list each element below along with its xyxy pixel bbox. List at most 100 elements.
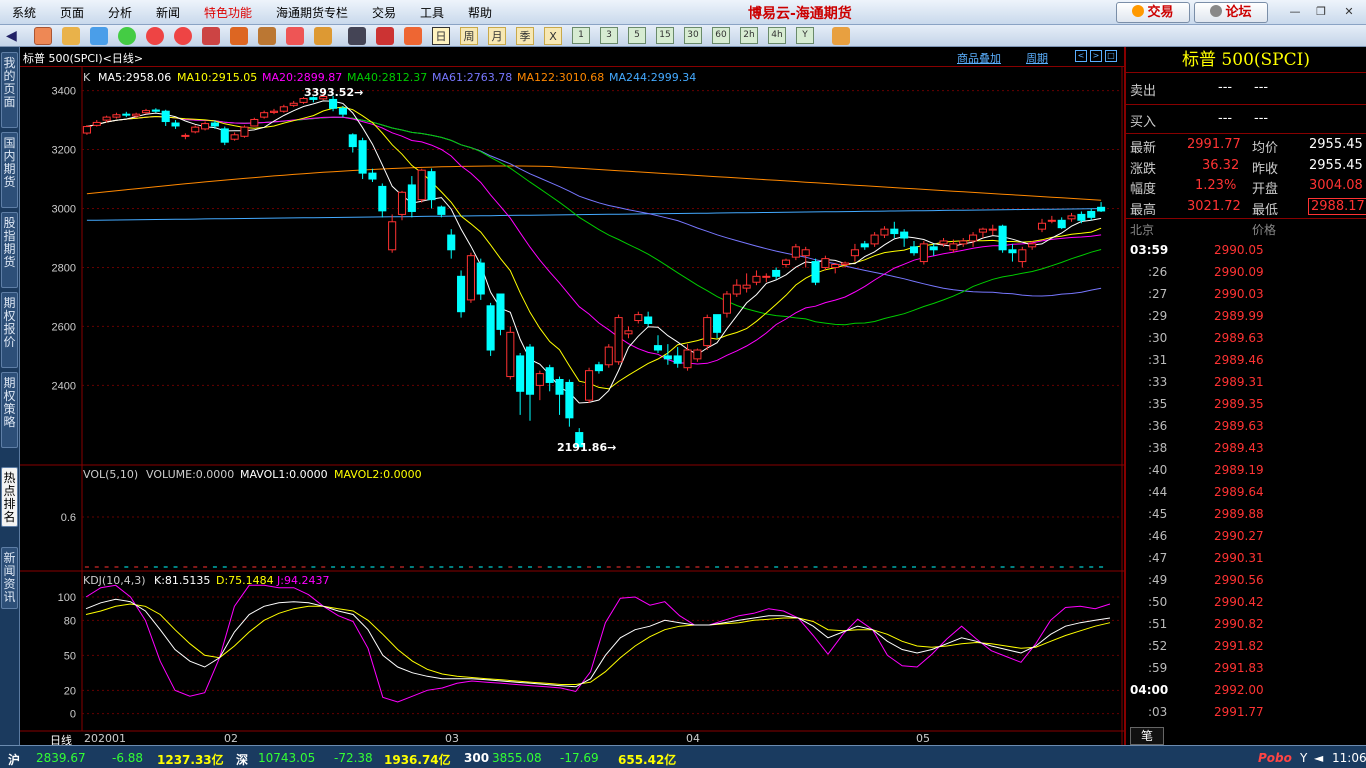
legend-kdj-k: K:81.5135	[154, 574, 211, 587]
sz-label: 深	[236, 753, 249, 767]
tick-price: 2989.64	[1214, 485, 1264, 499]
menu-tools[interactable]: 工具	[420, 4, 444, 21]
candle-body	[457, 275, 466, 313]
period-15min[interactable]: 15	[656, 27, 674, 44]
next-icon[interactable]: >	[1090, 50, 1102, 62]
tick-time: 04:00	[1130, 683, 1169, 697]
pen-icon[interactable]	[230, 27, 248, 45]
menu-help[interactable]: 帮助	[468, 4, 492, 21]
tick-price: 2989.43	[1214, 441, 1264, 455]
tab-hot-ranking[interactable]: 热点排名	[1, 467, 18, 527]
tick-price: 2989.99	[1214, 309, 1264, 323]
tick-row: :50 2990.42	[1126, 592, 1366, 614]
calculator-icon[interactable]	[832, 27, 850, 45]
period-1min[interactable]: 1	[572, 27, 590, 44]
period-quarter[interactable]: 季	[516, 27, 534, 45]
candle-body	[191, 126, 200, 133]
refresh-icon[interactable]	[118, 27, 136, 45]
zoom-in-icon[interactable]	[146, 27, 164, 45]
price-tick-label: 2600	[52, 321, 76, 333]
tick-time: :52	[1148, 639, 1168, 653]
candle-body	[417, 169, 426, 201]
layout-icon[interactable]	[202, 27, 220, 45]
tick-row: 04:00 2992.00	[1126, 680, 1366, 702]
kline-chart[interactable]: 3400 3200 3000 2800 2600 2400 0.6 100 80 50 20 0	[20, 67, 1124, 745]
sz-change: -72.38	[334, 751, 373, 765]
tick-time: :51	[1148, 617, 1168, 631]
menu-haitong-column[interactable]: 海通期货专栏	[276, 4, 348, 21]
period-2h[interactable]: 2h	[740, 27, 758, 44]
forum-button[interactable]: 论坛	[1194, 2, 1268, 23]
period-5min[interactable]: 5	[628, 27, 646, 44]
candle-body	[486, 305, 495, 351]
tab-option-strategy[interactable]: 期权策略	[1, 372, 18, 448]
period-year[interactable]: Y	[796, 27, 814, 44]
x-date-label: 02	[224, 732, 238, 745]
expand-icon[interactable]: □	[1105, 50, 1117, 62]
chart-icon[interactable]	[376, 27, 394, 45]
tab-my-page[interactable]: 我的页面	[1, 52, 18, 128]
menu-analysis[interactable]: 分析	[108, 4, 132, 21]
window-icon[interactable]	[90, 27, 108, 45]
new-icon[interactable]	[314, 27, 332, 45]
tick-price: 2992.00	[1214, 683, 1264, 697]
chart-header: 标普 500(SPCI)<日线> 商品叠加 周期 < > □	[20, 47, 1124, 67]
tick-time: :36	[1148, 419, 1168, 433]
zoom-out-icon[interactable]	[174, 27, 192, 45]
tab-news[interactable]: 新闻资讯	[1, 547, 18, 609]
period-link[interactable]: 周期	[1026, 50, 1048, 66]
legend-ma61: MA61:2763.78	[432, 71, 513, 84]
overlay-link[interactable]: 商品叠加	[957, 50, 1001, 66]
toolbar: ◀ 日 周 月 季 X 1 3 5 15 30 60 2h 4h Y	[0, 25, 1366, 47]
tick-row: :31 2989.46	[1126, 350, 1366, 372]
candle-body	[447, 234, 456, 251]
tick-tab[interactable]: 笔	[1130, 727, 1164, 745]
close-icon[interactable]: ✕	[1342, 5, 1356, 19]
restore-icon[interactable]: ❐	[1314, 5, 1328, 19]
candle-body	[673, 355, 682, 364]
minimize-icon[interactable]: —	[1288, 5, 1302, 19]
candle-body	[299, 98, 308, 103]
period-3min[interactable]: 3	[600, 27, 618, 44]
candle-body	[653, 345, 663, 351]
candle-body	[870, 234, 879, 245]
menu-system[interactable]: 系统	[12, 4, 36, 21]
tick-icon[interactable]	[404, 27, 422, 45]
folder-icon[interactable]	[62, 27, 80, 45]
legend-ma20: MA20:2899.87	[262, 71, 343, 84]
menu-features[interactable]: 特色功能	[204, 4, 252, 21]
candle-body	[909, 246, 919, 254]
period-4h[interactable]: 4h	[768, 27, 786, 44]
buy-price: ---	[1218, 111, 1233, 126]
menu-news[interactable]: 新闻	[156, 4, 180, 21]
period-30min[interactable]: 30	[684, 27, 702, 44]
tab-index-futures[interactable]: 股指期货	[1, 212, 18, 288]
tick-price: 2991.83	[1214, 661, 1264, 675]
candle-body	[644, 316, 653, 324]
table-icon[interactable]	[348, 27, 366, 45]
hand-icon[interactable]	[258, 27, 276, 45]
menu-trade[interactable]: 交易	[372, 4, 396, 21]
quote-title: 标普 500(SPCI)	[1126, 47, 1366, 73]
home-icon[interactable]	[34, 27, 52, 45]
tick-row: :27 2990.03	[1126, 284, 1366, 306]
period-month[interactable]: 月	[488, 27, 506, 45]
menu-page[interactable]: 页面	[60, 4, 84, 21]
period-day[interactable]: 日	[432, 27, 450, 45]
candle-body	[604, 346, 613, 366]
app-title: 博易云-海通期货	[748, 6, 852, 22]
candle-body	[831, 264, 840, 268]
period-week[interactable]: 周	[460, 27, 478, 45]
tab-domestic-futures[interactable]: 国内期货	[1, 132, 18, 208]
tab-option-quotes[interactable]: 期权报价	[1, 292, 18, 368]
sound-icon[interactable]: ◄	[1314, 751, 1323, 765]
sh-label: 沪	[8, 753, 21, 767]
trade-button[interactable]: 交易	[1116, 2, 1190, 23]
prev-icon[interactable]: <	[1075, 50, 1087, 62]
period-60min[interactable]: 60	[712, 27, 730, 44]
period-x[interactable]: X	[544, 27, 562, 45]
high-value: 3021.72	[1187, 199, 1241, 214]
back-arrow-icon[interactable]: ◀	[6, 27, 24, 45]
filter-icon[interactable]	[286, 27, 304, 45]
tick-time-header: 北京	[1130, 223, 1155, 237]
